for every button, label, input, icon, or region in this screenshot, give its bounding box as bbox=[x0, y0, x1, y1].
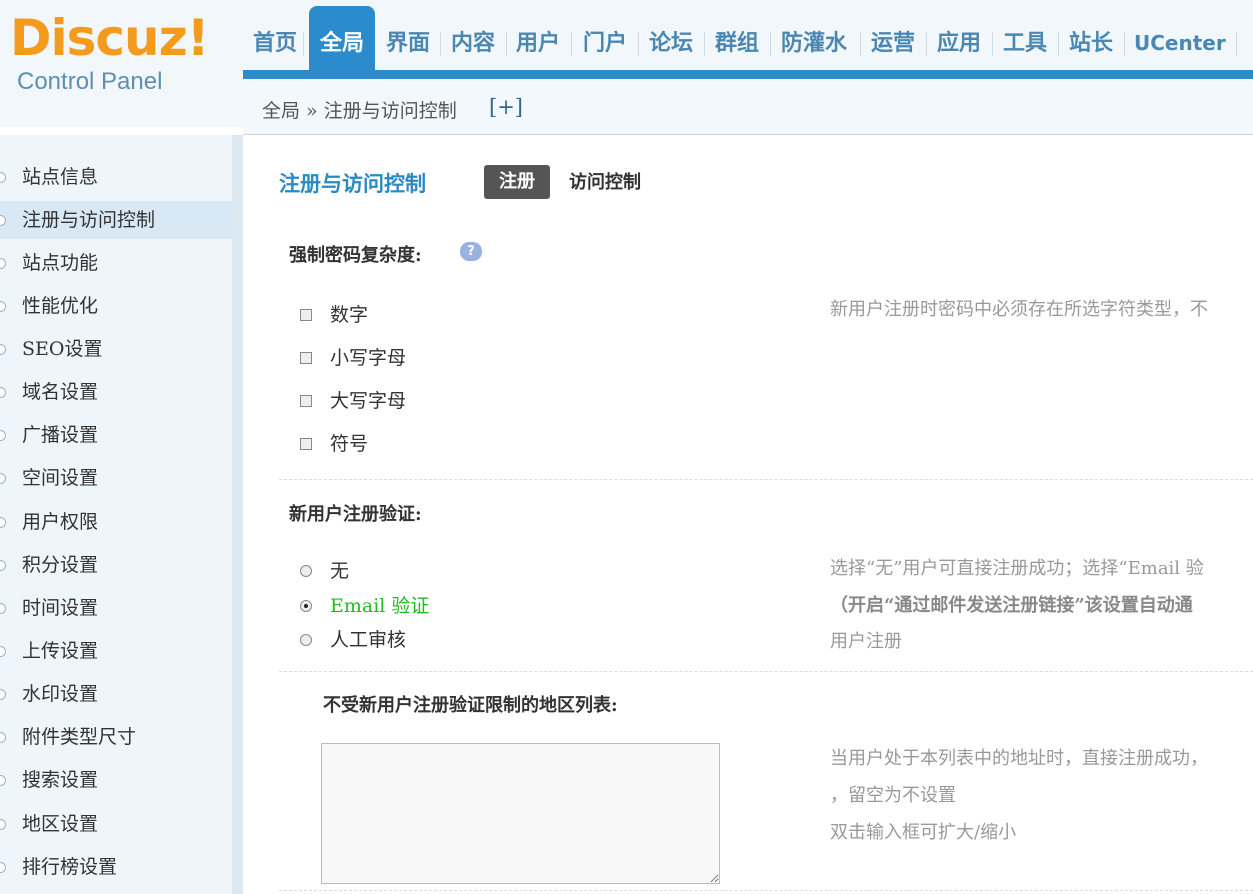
bullet-icon bbox=[0, 819, 6, 830]
nav-underline bbox=[243, 70, 1253, 79]
bullet-icon bbox=[0, 862, 6, 873]
main-content: 注册与访问控制 注册 访问控制 强制密码复杂度: ? 数字 小写字母 大写字母 … bbox=[243, 135, 1253, 894]
nav-tools[interactable]: 工具 bbox=[1003, 28, 1047, 58]
password-complexity-desc: 新用户注册时密码中必须存在所选字符类型，不 bbox=[830, 299, 1208, 320]
checkbox-icon[interactable] bbox=[300, 309, 312, 321]
area-list-desc-3: 双击输入框可扩大/缩小 bbox=[830, 822, 1017, 843]
area-list-desc-1: 当用户处于本列表中的地址时，直接注册成功， bbox=[830, 748, 1208, 769]
bullet-icon bbox=[0, 646, 6, 657]
sidebar-item[interactable]: 广播设置 bbox=[0, 416, 232, 454]
sidebar-item[interactable]: 空间设置 bbox=[0, 459, 232, 497]
bullet-icon bbox=[0, 258, 6, 269]
tab-access-control[interactable]: 访问控制 bbox=[569, 168, 641, 194]
nav-global[interactable]: 全局 bbox=[309, 6, 375, 70]
nav-separator bbox=[638, 32, 639, 56]
bullet-icon bbox=[0, 517, 6, 528]
area-list-label: 不受新用户注册验证限制的地区列表: bbox=[323, 695, 618, 716]
sidebar-item[interactable]: 上传设置 bbox=[0, 632, 232, 670]
sidebar-item[interactable]: 域名设置 bbox=[0, 373, 232, 411]
nav-admin[interactable]: 站长 bbox=[1069, 28, 1113, 58]
radio-icon[interactable] bbox=[300, 634, 312, 646]
nav-forum[interactable]: 论坛 bbox=[649, 28, 693, 58]
nav-separator bbox=[992, 32, 993, 56]
nav-content[interactable]: 内容 bbox=[451, 28, 495, 58]
nav-separator bbox=[860, 32, 861, 56]
nav-separator bbox=[1058, 32, 1059, 56]
nav-separator bbox=[1124, 32, 1125, 56]
sidebar-item-active[interactable]: 注册与访问控制 bbox=[0, 201, 232, 239]
nav-ucenter[interactable]: UCenter bbox=[1134, 28, 1226, 58]
sidebar-item[interactable]: SEO设置 bbox=[0, 330, 232, 368]
nav-separator bbox=[704, 32, 705, 56]
sidebar-item[interactable]: 站点信息 bbox=[0, 158, 232, 196]
checkbox-icon[interactable] bbox=[300, 395, 312, 407]
bullet-icon bbox=[0, 775, 6, 786]
bullet-icon bbox=[0, 473, 6, 484]
nav-groups[interactable]: 群组 bbox=[715, 28, 759, 58]
sidebar-item[interactable]: 附件类型尺寸 bbox=[0, 718, 232, 756]
bullet-icon bbox=[0, 344, 6, 355]
divider bbox=[279, 479, 1253, 480]
sidebar-item[interactable]: 搜索设置 bbox=[0, 761, 232, 799]
bullet-icon bbox=[0, 603, 6, 614]
nav-portal[interactable]: 门户 bbox=[583, 28, 627, 58]
bullet-icon bbox=[0, 689, 6, 700]
nav-home[interactable]: 首页 bbox=[253, 28, 297, 58]
sidebar-item[interactable]: 地区设置 bbox=[0, 805, 232, 843]
nav-separator bbox=[506, 32, 507, 56]
sidebar-item[interactable]: 积分设置 bbox=[0, 546, 232, 584]
nav-separator bbox=[770, 32, 771, 56]
checkbox-icon[interactable] bbox=[300, 438, 312, 450]
bullet-icon bbox=[0, 172, 6, 183]
password-complexity-label: 强制密码复杂度: bbox=[289, 245, 422, 266]
bullet-icon bbox=[0, 215, 6, 226]
logo-text: Discuz! bbox=[10, 9, 210, 67]
nav-antispam[interactable]: 防灌水 bbox=[781, 28, 847, 58]
bullet-icon bbox=[0, 732, 6, 743]
area-list-desc-2: ，留空为不设置 bbox=[830, 785, 956, 806]
divider bbox=[279, 890, 1253, 891]
checkbox-icon[interactable] bbox=[300, 352, 312, 364]
nav-separator bbox=[303, 32, 304, 56]
sidebar-rail bbox=[232, 135, 243, 894]
nav-operations[interactable]: 运营 bbox=[871, 28, 915, 58]
logo-subtitle: Control Panel bbox=[17, 68, 163, 95]
nav-separator bbox=[926, 32, 927, 56]
nav-users[interactable]: 用户 bbox=[516, 28, 560, 58]
nav-separator bbox=[440, 32, 441, 56]
sidebar-item[interactable]: 排行榜设置 bbox=[0, 848, 232, 886]
breadcrumb-text: 全局 » 注册与访问控制 bbox=[262, 100, 457, 122]
register-verify-desc-3: 用户注册 bbox=[830, 631, 902, 652]
tab-register[interactable]: 注册 bbox=[484, 165, 550, 199]
register-verify-desc-2: （开启“通过邮件发送注册链接”该设置自动通 bbox=[830, 595, 1193, 616]
nav-separator bbox=[1236, 32, 1237, 56]
nav-interface[interactable]: 界面 bbox=[386, 28, 430, 58]
radio-icon[interactable] bbox=[300, 600, 312, 612]
breadcrumb: 全局 » 注册与访问控制 [+] bbox=[243, 79, 1253, 135]
register-verify-desc-1: 选择“无”用户可直接注册成功；选择“Email 验 bbox=[830, 558, 1204, 579]
help-icon[interactable]: ? bbox=[460, 242, 482, 261]
divider bbox=[279, 671, 1253, 672]
sidebar-item[interactable]: 站点功能 bbox=[0, 244, 232, 282]
radio-icon[interactable] bbox=[300, 565, 312, 577]
logo[interactable]: Discuz! Control Panel bbox=[0, 0, 243, 127]
sidebar-item[interactable]: 水印设置 bbox=[0, 675, 232, 713]
sidebar-item[interactable]: 用户权限 bbox=[0, 503, 232, 541]
nav-separator bbox=[571, 32, 572, 56]
register-verify-label: 新用户注册验证: bbox=[289, 504, 422, 525]
area-list-textarea[interactable] bbox=[321, 743, 720, 884]
sidebar-item[interactable]: 性能优化 bbox=[0, 287, 232, 325]
bullet-icon bbox=[0, 560, 6, 571]
nav-apps[interactable]: 应用 bbox=[937, 28, 981, 58]
bullet-icon bbox=[0, 301, 6, 312]
page-title: 注册与访问控制 bbox=[279, 171, 426, 196]
bullet-icon bbox=[0, 387, 6, 398]
add-shortcut-button[interactable]: [+] bbox=[489, 95, 523, 119]
sidebar-item[interactable]: 时间设置 bbox=[0, 589, 232, 627]
top-nav: 首页 全局 界面 内容 用户 门户 论坛 群组 防灌水 运营 应用 工具 站长 … bbox=[243, 0, 1253, 70]
header: Discuz! Control Panel 首页 全局 界面 内容 用户 门户 … bbox=[0, 0, 1253, 135]
bullet-icon bbox=[0, 430, 6, 441]
